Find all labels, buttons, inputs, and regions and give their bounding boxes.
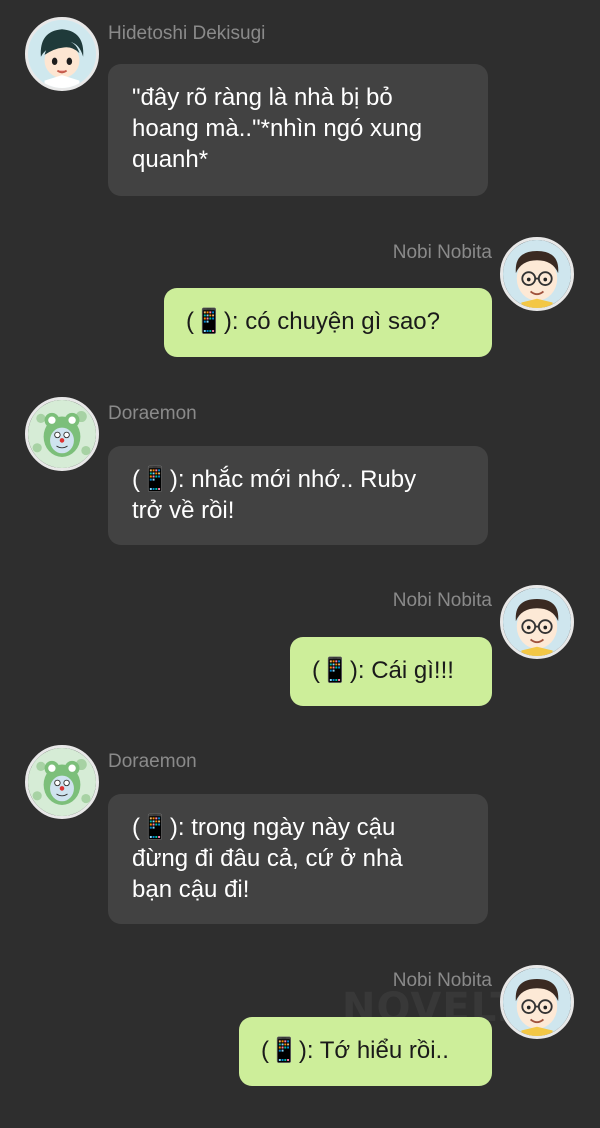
- sender-name: Hidetoshi Dekisugi: [108, 23, 266, 44]
- nobita-avatar[interactable]: [500, 965, 574, 1039]
- message-bubble: (📱): Tớ hiểu rồi..: [239, 1017, 492, 1086]
- dekisugi-avatar[interactable]: [25, 17, 99, 91]
- message-bubble: (📱): có chuyện gì sao?: [164, 288, 492, 357]
- sender-name: Nobi Nobita: [392, 242, 492, 263]
- sender-name: Nobi Nobita: [392, 970, 492, 991]
- message-bubble: (📱): Cái gì!!!: [290, 637, 492, 706]
- sender-name: Doraemon: [108, 751, 197, 772]
- nobita-avatar[interactable]: [500, 237, 574, 311]
- sender-name: Doraemon: [108, 403, 197, 424]
- sender-name: Nobi Nobita: [392, 590, 492, 611]
- nobita-avatar[interactable]: [500, 585, 574, 659]
- message-bubble: "đây rõ ràng là nhà bị bỏ hoang mà.."*nh…: [108, 64, 488, 196]
- doraemon-avatar[interactable]: [25, 745, 99, 819]
- doraemon-avatar[interactable]: [25, 397, 99, 471]
- message-bubble: (📱): trong ngày này cậu đừng đi đâu cả, …: [108, 794, 488, 924]
- message-bubble: (📱): nhắc mới nhớ.. Ruby trở về rồi!: [108, 446, 488, 545]
